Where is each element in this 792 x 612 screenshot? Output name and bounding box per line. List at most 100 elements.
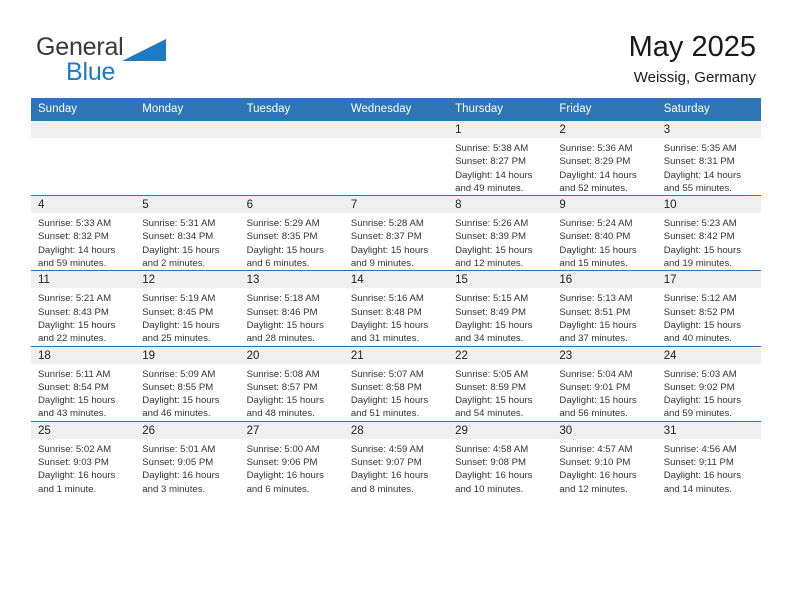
day-cell[interactable]: 30 Sunrise: 4:57 AM Sunset: 9:10 PM Dayligh… bbox=[552, 420, 657, 496]
weekday-header-wednesday: Wednesday bbox=[343, 98, 449, 121]
daylight-duration-line2: and 1 minute. bbox=[38, 483, 97, 495]
day-details: Sunrise: 5:24 AM Sunset: 8:40 PM Daylight:… bbox=[552, 213, 656, 270]
daylight-duration-line2: and 12 minutes. bbox=[455, 258, 524, 270]
daylight-duration-line2: and 22 minutes. bbox=[38, 333, 107, 345]
day-cell[interactable]: 21 Sunrise: 5:07 AM Sunset: 8:58 PM Dayligh… bbox=[343, 345, 449, 422]
day-number: 21 bbox=[343, 346, 449, 364]
day-number bbox=[239, 121, 344, 138]
day-cell[interactable]: 11 Sunrise: 5:21 AM Sunset: 8:43 PM Dayligh… bbox=[31, 270, 136, 347]
day-cell[interactable]: 24 Sunrise: 5:03 AM Sunset: 9:02 PM Dayligh… bbox=[656, 345, 761, 422]
sunset-time: Sunset: 8:48 PM bbox=[350, 306, 422, 318]
day-cell[interactable]: 18 Sunrise: 5:11 AM Sunset: 8:54 PM Dayligh… bbox=[31, 345, 136, 422]
daylight-duration-line1: Daylight: 15 hours bbox=[246, 319, 324, 331]
day-cell-inner: 16 Sunrise: 5:13 AM Sunset: 8:51 PM Dayligh… bbox=[552, 271, 657, 345]
sunrise-time: Sunrise: 5:03 AM bbox=[663, 368, 737, 380]
sunrise-time: Sunrise: 5:29 AM bbox=[246, 218, 320, 230]
sunset-time: Sunset: 9:03 PM bbox=[38, 457, 109, 469]
day-cell-inner: 20 Sunrise: 5:08 AM Sunset: 8:57 PM Dayligh… bbox=[239, 346, 344, 421]
day-cell[interactable]: 3 Sunrise: 5:35 AM Sunset: 8:31 PM Daylight… bbox=[656, 121, 761, 196]
daylight-duration-line1: Daylight: 16 hours bbox=[246, 470, 324, 482]
day-number: 3 bbox=[656, 121, 761, 138]
day-cell[interactable]: 5 Sunrise: 5:31 AM Sunset: 8:34 PM Daylight… bbox=[135, 195, 240, 271]
day-cell[interactable]: 6 Sunrise: 5:29 AM Sunset: 8:35 PM Daylight… bbox=[239, 195, 344, 271]
day-details: Sunrise: 5:38 AM Sunset: 8:27 PM Daylight:… bbox=[448, 138, 552, 195]
day-cell-inner: 7 Sunrise: 5:28 AM Sunset: 8:37 PM Daylight… bbox=[343, 196, 449, 270]
sunset-time: Sunset: 8:51 PM bbox=[559, 306, 631, 318]
day-cell[interactable]: 17 Sunrise: 5:12 AM Sunset: 8:52 PM Dayligh… bbox=[656, 270, 761, 347]
day-cell[interactable]: 13 Sunrise: 5:18 AM Sunset: 8:46 PM Dayligh… bbox=[239, 270, 344, 347]
sunset-time: Sunset: 8:37 PM bbox=[350, 231, 422, 243]
day-number: 28 bbox=[343, 421, 449, 439]
day-cell[interactable]: 29 Sunrise: 4:58 AM Sunset: 9:08 PM Dayligh… bbox=[448, 420, 553, 496]
sunrise-time: Sunrise: 5:26 AM bbox=[455, 218, 529, 230]
day-cell[interactable]: 4 Sunrise: 5:33 AM Sunset: 8:32 PM Daylight… bbox=[31, 195, 136, 271]
daylight-duration-line1: Daylight: 15 hours bbox=[142, 319, 220, 331]
day-cell[interactable]: 9 Sunrise: 5:24 AM Sunset: 8:40 PM Daylight… bbox=[552, 195, 657, 271]
sunrise-time: Sunrise: 5:00 AM bbox=[246, 443, 320, 455]
day-number bbox=[135, 121, 240, 138]
weekday-header-sunday: Sunday bbox=[31, 98, 136, 121]
day-number bbox=[343, 121, 449, 138]
daylight-duration-line1: Daylight: 16 hours bbox=[350, 470, 429, 482]
sunset-time: Sunset: 8:42 PM bbox=[663, 231, 735, 243]
sunset-time: Sunset: 9:02 PM bbox=[663, 381, 735, 393]
day-number: 11 bbox=[31, 271, 136, 289]
daylight-duration-line1: Daylight: 15 hours bbox=[559, 244, 637, 256]
day-details: Sunrise: 5:23 AM Sunset: 8:42 PM Daylight:… bbox=[657, 213, 761, 270]
day-cell-inner: 23 Sunrise: 5:04 AM Sunset: 9:01 PM Dayligh… bbox=[552, 346, 657, 421]
page-title: May 2025 bbox=[628, 31, 756, 63]
daylight-duration-line2: and 46 minutes. bbox=[142, 408, 211, 420]
daylight-duration-line2: and 2 minutes. bbox=[142, 258, 206, 270]
day-details: Sunrise: 4:57 AM Sunset: 9:10 PM Daylight:… bbox=[552, 439, 656, 496]
daylight-duration-line1: Daylight: 15 hours bbox=[350, 319, 429, 331]
day-details: Sunrise: 5:15 AM Sunset: 8:49 PM Daylight:… bbox=[448, 288, 552, 345]
day-number: 15 bbox=[448, 271, 553, 289]
day-cell[interactable]: 10 Sunrise: 5:23 AM Sunset: 8:42 PM Dayligh… bbox=[656, 195, 761, 271]
day-details: Sunrise: 5:36 AM Sunset: 8:29 PM Daylight:… bbox=[552, 138, 656, 195]
day-cell[interactable]: 15 Sunrise: 5:15 AM Sunset: 8:49 PM Dayligh… bbox=[448, 270, 553, 347]
day-number: 20 bbox=[239, 346, 344, 364]
sunset-time: Sunset: 8:40 PM bbox=[559, 231, 631, 243]
day-cell[interactable]: 1 Sunrise: 5:38 AM Sunset: 8:27 PM Daylight… bbox=[448, 121, 553, 196]
sunrise-time: Sunrise: 5:16 AM bbox=[350, 293, 424, 305]
day-cell[interactable]: 19 Sunrise: 5:09 AM Sunset: 8:55 PM Dayligh… bbox=[135, 345, 240, 422]
calendar-week-row: 11 Sunrise: 5:21 AM Sunset: 8:43 PM Dayligh… bbox=[31, 270, 761, 347]
day-cell[interactable]: 28 Sunrise: 4:59 AM Sunset: 9:07 PM Dayligh… bbox=[343, 420, 449, 496]
day-cell[interactable]: 14 Sunrise: 5:16 AM Sunset: 8:48 PM Dayligh… bbox=[343, 270, 449, 347]
day-cell[interactable]: 12 Sunrise: 5:19 AM Sunset: 8:45 PM Dayligh… bbox=[135, 270, 240, 347]
sunrise-time: Sunrise: 4:57 AM bbox=[559, 443, 633, 455]
day-cell[interactable]: 20 Sunrise: 5:08 AM Sunset: 8:57 PM Dayligh… bbox=[239, 345, 344, 422]
day-cell[interactable]: 7 Sunrise: 5:28 AM Sunset: 8:37 PM Daylight… bbox=[343, 195, 449, 271]
day-cell[interactable]: 16 Sunrise: 5:13 AM Sunset: 8:51 PM Dayligh… bbox=[552, 270, 657, 347]
daylight-duration-line1: Daylight: 15 hours bbox=[663, 244, 742, 256]
day-details: Sunrise: 5:28 AM Sunset: 8:37 PM Daylight:… bbox=[344, 213, 448, 270]
day-cell[interactable]: 27 Sunrise: 5:00 AM Sunset: 9:06 PM Dayligh… bbox=[239, 420, 344, 496]
daylight-duration-line1: Daylight: 16 hours bbox=[559, 470, 637, 482]
triangle-icon bbox=[121, 39, 166, 66]
calendar-container: Sunday Monday Tuesday Wednesday Thursday Frid… bbox=[0, 98, 792, 496]
day-cell[interactable]: 23 Sunrise: 5:04 AM Sunset: 9:01 PM Dayligh… bbox=[552, 345, 657, 422]
day-details: Sunrise: 5:31 AM Sunset: 8:34 PM Daylight:… bbox=[135, 213, 239, 270]
sunrise-time: Sunrise: 4:58 AM bbox=[455, 443, 529, 455]
day-number: 19 bbox=[135, 346, 240, 364]
day-cell[interactable]: 2 Sunrise: 5:36 AM Sunset: 8:29 PM Daylight… bbox=[552, 121, 657, 196]
sunset-time: Sunset: 9:08 PM bbox=[455, 457, 527, 469]
daylight-duration-line1: Daylight: 16 hours bbox=[455, 470, 533, 482]
day-cell-inner: 5 Sunrise: 5:31 AM Sunset: 8:34 PM Daylight… bbox=[135, 196, 240, 270]
day-cell[interactable]: 31 Sunrise: 4:56 AM Sunset: 9:11 PM Dayligh… bbox=[656, 420, 761, 496]
sunset-time: Sunset: 8:27 PM bbox=[455, 156, 527, 168]
sunset-time: Sunset: 8:32 PM bbox=[38, 231, 109, 243]
day-cell[interactable]: 25 Sunrise: 5:02 AM Sunset: 9:03 PM Dayligh… bbox=[31, 420, 136, 496]
day-cell[interactable]: 22 Sunrise: 5:05 AM Sunset: 8:59 PM Dayligh… bbox=[448, 345, 553, 422]
sunset-time: Sunset: 8:31 PM bbox=[663, 156, 735, 168]
brand-logo[interactable]: General Blue bbox=[36, 28, 236, 88]
daylight-duration-line1: Daylight: 15 hours bbox=[246, 244, 324, 256]
sunset-time: Sunset: 8:49 PM bbox=[455, 306, 527, 318]
day-cell-inner: 10 Sunrise: 5:23 AM Sunset: 8:42 PM Dayligh… bbox=[656, 196, 761, 270]
day-cell-inner bbox=[239, 121, 344, 195]
day-cell-inner: 9 Sunrise: 5:24 AM Sunset: 8:40 PM Daylight… bbox=[552, 196, 657, 270]
sunrise-time: Sunrise: 5:02 AM bbox=[38, 443, 112, 455]
day-cell-inner: 3 Sunrise: 5:35 AM Sunset: 8:31 PM Daylight… bbox=[656, 121, 761, 195]
day-cell[interactable]: 26 Sunrise: 5:01 AM Sunset: 9:05 PM Dayligh… bbox=[135, 420, 240, 496]
day-cell[interactable]: 8 Sunrise: 5:26 AM Sunset: 8:39 PM Daylight… bbox=[448, 195, 553, 271]
